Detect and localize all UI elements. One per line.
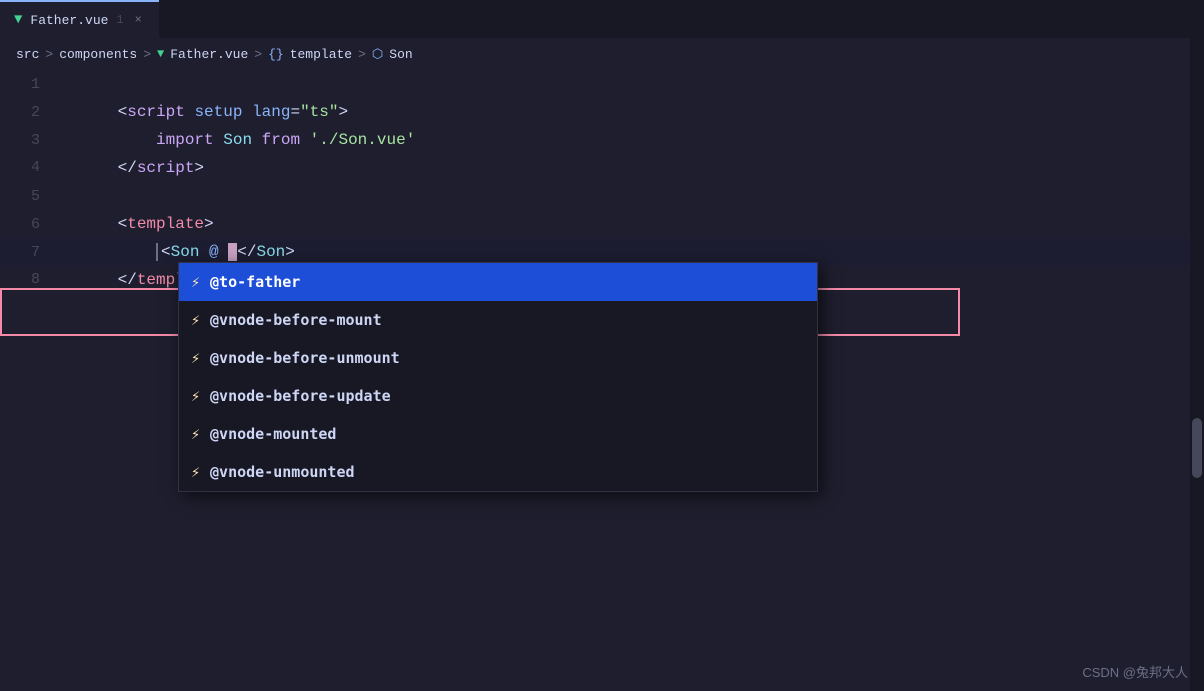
- ac-label-5: @vnode-unmounted: [210, 463, 355, 481]
- autocomplete-item-5[interactable]: ⚡ @vnode-unmounted: [179, 453, 817, 491]
- line-num-1: 1: [0, 71, 60, 99]
- breadcrumb-sep4: >: [358, 47, 366, 62]
- ac-icon-4: ⚡: [191, 425, 200, 444]
- scrollbar-thumb[interactable]: [1192, 418, 1202, 478]
- breadcrumb-component-icon: ⬡: [372, 47, 383, 62]
- watermark-text: CSDN @兔邦大人: [1082, 665, 1188, 680]
- active-tab[interactable]: ▼ Father.vue 1 ×: [0, 0, 159, 38]
- watermark: CSDN @兔邦大人: [1082, 662, 1188, 681]
- breadcrumb-src: src: [16, 47, 39, 62]
- line-num-8: 8: [0, 266, 60, 294]
- tab-close-button[interactable]: ×: [132, 11, 145, 29]
- code-line-5: 5 <template>: [0, 182, 1204, 210]
- ac-icon-3: ⚡: [191, 387, 200, 406]
- tab-bar: ▼ Father.vue 1 ×: [0, 0, 1204, 38]
- line-num-3: 3: [0, 127, 60, 155]
- breadcrumb-vue-icon: ▼: [157, 47, 164, 61]
- text-cursor: [228, 243, 237, 261]
- ac-label-3: @vnode-before-update: [210, 387, 391, 405]
- breadcrumb-file: Father.vue: [170, 47, 248, 62]
- editor: 1 <script setup lang="ts"> 2 import Son …: [0, 70, 1204, 294]
- breadcrumb-components: components: [59, 47, 137, 62]
- line-num-2: 2: [0, 99, 60, 127]
- tab-filename: Father.vue: [30, 13, 108, 28]
- code-line-1: 1 <script setup lang="ts">: [0, 70, 1204, 98]
- ac-icon-2: ⚡: [191, 349, 200, 368]
- ac-icon-1: ⚡: [191, 311, 200, 330]
- line-num-5: 5: [0, 183, 60, 211]
- autocomplete-item-3[interactable]: ⚡ @vnode-before-update: [179, 377, 817, 415]
- ac-label-0: @to-father: [210, 273, 300, 291]
- ac-label-4: @vnode-mounted: [210, 425, 336, 443]
- breadcrumb-component-name: Son: [389, 47, 412, 62]
- autocomplete-item-0[interactable]: ⚡ @to-father: [179, 263, 817, 301]
- ac-label-2: @vnode-before-unmount: [210, 349, 400, 367]
- autocomplete-item-2[interactable]: ⚡ @vnode-before-unmount: [179, 339, 817, 377]
- breadcrumb-curly: {}: [268, 47, 284, 62]
- autocomplete-item-1[interactable]: ⚡ @vnode-before-mount: [179, 301, 817, 339]
- breadcrumb-sep3: >: [254, 47, 262, 62]
- code-line-3: 3 </script>: [0, 126, 1204, 154]
- line-num-6: 6: [0, 211, 60, 239]
- scrollbar[interactable]: [1190, 38, 1204, 691]
- breadcrumb-sep2: >: [143, 47, 151, 62]
- breadcrumb-template: template: [290, 47, 352, 62]
- ac-icon-0: ⚡: [191, 273, 200, 292]
- autocomplete-dropdown[interactable]: ⚡ @to-father ⚡ @vnode-before-mount ⚡ @vn…: [178, 262, 818, 492]
- tab-number: 1: [116, 13, 123, 27]
- ac-label-1: @vnode-before-mount: [210, 311, 382, 329]
- autocomplete-item-4[interactable]: ⚡ @vnode-mounted: [179, 415, 817, 453]
- code-line-2: 2 import Son from './Son.vue': [0, 98, 1204, 126]
- line-num-7: 7: [0, 239, 60, 267]
- ac-icon-5: ⚡: [191, 463, 200, 482]
- breadcrumb: src > components > ▼ Father.vue > {} tem…: [0, 38, 1204, 70]
- breadcrumb-sep1: >: [45, 47, 53, 62]
- vue-icon: ▼: [14, 12, 22, 28]
- code-line-6: 6 <Son @ </Son>: [0, 210, 1204, 238]
- line-num-4: 4: [0, 154, 60, 182]
